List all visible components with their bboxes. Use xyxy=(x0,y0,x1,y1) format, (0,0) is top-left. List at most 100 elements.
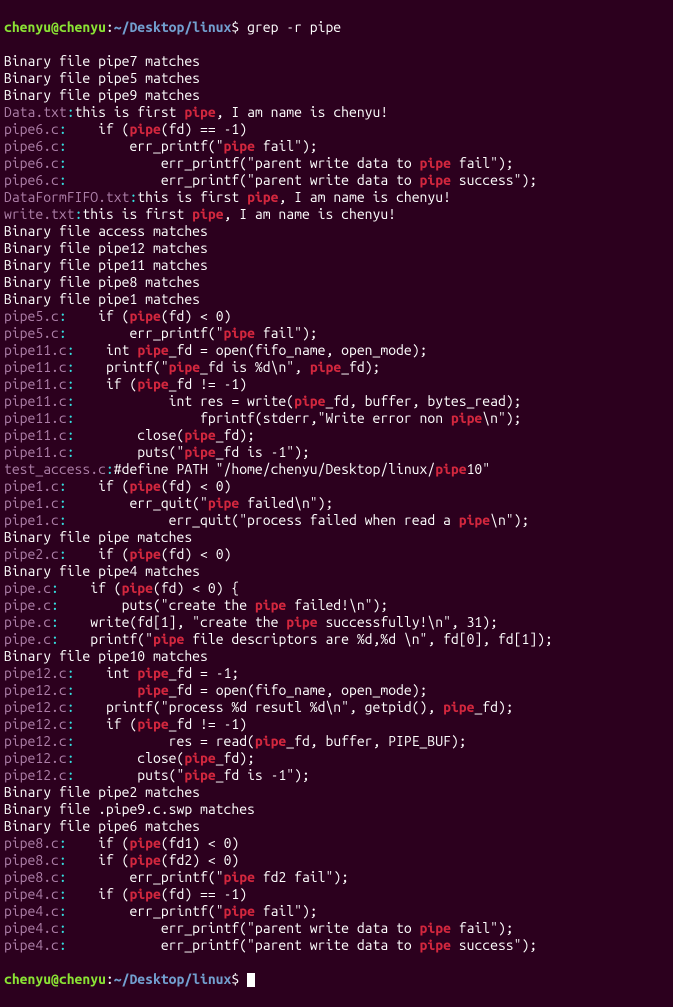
text-segment: err_printf("parent write data to xyxy=(67,155,420,171)
prompt-dollar: $ xyxy=(231,19,247,35)
output-line: Binary file pipe2 matches xyxy=(4,784,669,801)
output-line: pipe2.c: if (pipe(fd) < 0) xyxy=(4,546,669,563)
text-segment: Binary file pipe12 matches xyxy=(4,240,208,256)
text-segment: _fd != -1) xyxy=(169,716,247,732)
text-segment: if ( xyxy=(67,478,130,494)
text-segment: Binary file pipe4 matches xyxy=(4,563,200,579)
output-line: pipe12.c: if (pipe_fd != -1) xyxy=(4,716,669,733)
text-segment: , I am name is chenyu! xyxy=(278,189,450,205)
grep-match: pipe xyxy=(184,750,215,766)
output-line: pipe8.c: if (pipe(fd1) < 0) xyxy=(4,835,669,852)
separator: : xyxy=(59,138,67,154)
grep-match: pipe xyxy=(224,903,255,919)
prompt-dollar: $ xyxy=(231,971,247,987)
text-segment: _fd is -1"); xyxy=(216,444,310,460)
text-segment: (fd) < 0) xyxy=(161,546,232,562)
text-segment: success"); xyxy=(451,172,537,188)
text-segment: _fd, buffer, bytes_read); xyxy=(325,393,521,409)
text-segment: \n"); xyxy=(490,512,529,528)
output-line: Binary file pipe10 matches xyxy=(4,648,669,665)
separator: : xyxy=(51,580,59,596)
filename: pipe1.c xyxy=(4,495,59,511)
text-segment: fd2 fail"); xyxy=(255,869,349,885)
text-segment: if ( xyxy=(67,546,130,562)
separator: : xyxy=(67,104,75,120)
grep-match: pipe xyxy=(420,172,451,188)
output-line: pipe12.c: pipe_fd = open(fifo_name, open… xyxy=(4,682,669,699)
prompt-user: chenyu@chenyu xyxy=(4,19,106,35)
grep-match: pipe xyxy=(122,580,153,596)
output-line: pipe4.c: err_printf("pipe fail"); xyxy=(4,903,669,920)
filename: pipe12.c xyxy=(4,682,67,698)
prompt-path: ~/Desktop/linux xyxy=(114,19,232,35)
text-segment: success"); xyxy=(451,937,537,953)
text-segment: _fd); xyxy=(216,427,255,443)
text-segment: file descriptors are %d,%d \n", fd[0], f… xyxy=(184,631,552,647)
grep-match: pipe xyxy=(184,444,215,460)
separator: : xyxy=(59,903,67,919)
text-segment: printf(" xyxy=(59,631,153,647)
output-line: pipe6.c: err_printf("pipe fail"); xyxy=(4,138,669,155)
text-segment: failed!\n"); xyxy=(286,597,388,613)
text-segment: if ( xyxy=(67,308,130,324)
grep-match: pipe xyxy=(129,308,160,324)
text-segment: if ( xyxy=(75,376,138,392)
filename: pipe11.c xyxy=(4,444,67,460)
output-line: Binary file pipe11 matches xyxy=(4,257,669,274)
grep-match: pipe xyxy=(129,478,160,494)
grep-match: pipe xyxy=(310,359,341,375)
text-segment: Binary file .pipe9.c.swp matches xyxy=(4,801,255,817)
text-segment: err_printf("parent write data to xyxy=(67,920,420,936)
text-segment: (fd) < 0) { xyxy=(153,580,239,596)
filename: pipe6.c xyxy=(4,172,59,188)
output-line: write.txt:this is first pipe, I am name … xyxy=(4,206,669,223)
filename: pipe6.c xyxy=(4,121,59,137)
text-segment: Binary file pipe matches xyxy=(4,529,192,545)
separator: : xyxy=(67,750,75,766)
filename: pipe1.c xyxy=(4,478,59,494)
filename: pipe8.c xyxy=(4,869,59,885)
separator: : xyxy=(59,512,67,528)
output-line: pipe11.c: printf("pipe_fd is %d\n", pipe… xyxy=(4,359,669,376)
text-segment: err_printf("parent write data to xyxy=(67,937,420,953)
text-segment: _fd != -1) xyxy=(169,376,247,392)
separator: : xyxy=(67,359,75,375)
text-segment: err_quit("process failed when read a xyxy=(67,512,459,528)
grep-match: pipe xyxy=(137,342,168,358)
separator: : xyxy=(59,937,67,953)
text-segment: if ( xyxy=(59,580,122,596)
filename: pipe.c xyxy=(4,614,51,630)
cursor[interactable] xyxy=(247,973,255,987)
text-segment xyxy=(75,682,138,698)
text-segment: _fd = open(fifo_name, open_mode); xyxy=(169,682,428,698)
filename: DataFormFIFO.txt xyxy=(4,189,129,205)
text-segment: _fd is -1"); xyxy=(216,767,310,783)
terminal-output[interactable]: chenyu@chenyu:~/Desktop/linux$ grep -r p… xyxy=(0,0,673,1007)
grep-match: pipe xyxy=(129,852,160,868)
filename: pipe4.c xyxy=(4,886,59,902)
grep-match: pipe xyxy=(208,495,239,511)
text-segment: (fd) < 0) xyxy=(161,308,232,324)
grep-match: pipe xyxy=(420,937,451,953)
separator: : xyxy=(59,869,67,885)
text-segment: Binary file pipe10 matches xyxy=(4,648,208,664)
text-segment: err_printf(" xyxy=(67,138,224,154)
output-line: pipe11.c: fprintf(stderr,"Write error no… xyxy=(4,410,669,427)
filename: pipe4.c xyxy=(4,903,59,919)
text-segment: _fd = -1; xyxy=(169,665,240,681)
text-segment: , I am name is chenyu! xyxy=(216,104,388,120)
filename: pipe1.c xyxy=(4,512,59,528)
filename: pipe4.c xyxy=(4,920,59,936)
text-segment: close( xyxy=(75,750,185,766)
text-segment: Binary file access matches xyxy=(4,223,208,239)
output-line: pipe5.c: err_printf("pipe fail"); xyxy=(4,325,669,342)
grep-match: pipe xyxy=(169,359,200,375)
text-segment: Binary file pipe7 matches xyxy=(4,53,200,69)
text-segment: int xyxy=(75,665,138,681)
output-line: pipe11.c: puts("pipe_fd is -1"); xyxy=(4,444,669,461)
separator: : xyxy=(67,682,75,698)
text-segment: fail"); xyxy=(255,903,318,919)
text-segment: if ( xyxy=(67,886,130,902)
separator: : xyxy=(59,835,67,851)
grep-match: pipe xyxy=(420,920,451,936)
